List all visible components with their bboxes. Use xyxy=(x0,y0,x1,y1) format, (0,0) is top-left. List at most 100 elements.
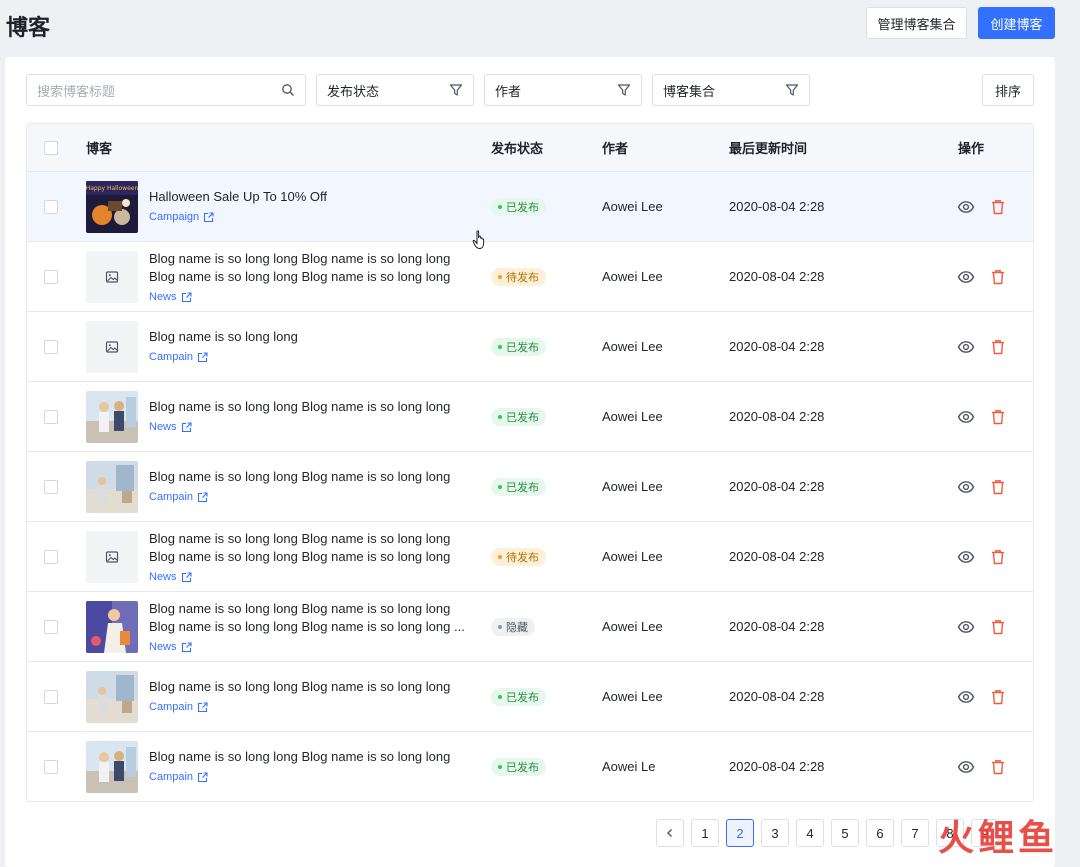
table-row[interactable]: Blog name is so long long Blog name is s… xyxy=(27,451,1033,521)
blog-title[interactable]: Blog name is so long long Blog name is s… xyxy=(149,748,479,766)
status-filter[interactable]: 发布状态 xyxy=(316,74,474,106)
blog-collection-link[interactable]: Campain xyxy=(149,489,479,505)
updated-cell: 2020-08-04 2:28 xyxy=(729,479,825,494)
select-all-checkbox[interactable] xyxy=(44,141,58,155)
row-checkbox[interactable] xyxy=(44,480,58,494)
delete-icon[interactable] xyxy=(989,758,1007,776)
view-icon[interactable] xyxy=(957,338,975,356)
view-icon[interactable] xyxy=(957,758,975,776)
collection-label: Campain xyxy=(149,701,194,713)
blog-collection-link[interactable]: News xyxy=(149,639,479,655)
table-row[interactable]: Happy Halloween Halloween Sale Up To 10% … xyxy=(27,171,1033,241)
view-icon[interactable] xyxy=(957,268,975,286)
blog-title[interactable]: Blog name is so long long Blog name is s… xyxy=(149,250,479,268)
blog-collection-link[interactable]: News xyxy=(149,289,479,305)
prev-page-button[interactable] xyxy=(656,819,684,847)
delete-icon[interactable] xyxy=(989,408,1007,426)
delete-icon[interactable] xyxy=(989,688,1007,706)
delete-icon[interactable] xyxy=(989,478,1007,496)
author-cell: Aowei Lee xyxy=(602,619,663,634)
row-checkbox[interactable] xyxy=(44,620,58,634)
blog-thumbnail xyxy=(86,461,138,513)
row-checkbox[interactable] xyxy=(44,200,58,214)
author-cell: Aowei Le xyxy=(602,759,656,774)
external-link-icon xyxy=(181,641,192,653)
search-input[interactable]: 搜索博客标题 xyxy=(26,74,306,106)
row-checkbox[interactable] xyxy=(44,550,58,564)
filter-icon xyxy=(449,84,463,96)
blog-title[interactable]: Blog name is so long long Blog name is s… xyxy=(149,398,479,416)
table-row[interactable]: Blog name is so long long Blog name is s… xyxy=(27,661,1033,731)
blog-title[interactable]: Blog name is so long long Blog name is s… xyxy=(149,678,479,696)
blog-collection-link[interactable]: Campain xyxy=(149,699,479,715)
people-photo-icon xyxy=(86,741,138,793)
table-row[interactable]: Blog name is so long long Blog name is s… xyxy=(27,591,1033,661)
status-text: 已发布 xyxy=(506,202,539,214)
view-icon[interactable] xyxy=(957,198,975,216)
view-icon[interactable] xyxy=(957,478,975,496)
collection-label: Campain xyxy=(149,491,194,503)
blog-title[interactable]: Blog name is so long long Blog name is s… xyxy=(149,530,479,548)
table-row[interactable]: Blog name is so long long Blog name is s… xyxy=(27,731,1033,801)
delete-icon[interactable] xyxy=(989,198,1007,216)
view-icon[interactable] xyxy=(957,548,975,566)
view-icon[interactable] xyxy=(957,618,975,636)
status-dot xyxy=(498,765,502,769)
blog-title[interactable]: Halloween Sale Up To 10% Off xyxy=(149,188,479,206)
row-checkbox[interactable] xyxy=(44,270,58,284)
row-checkbox[interactable] xyxy=(44,410,58,424)
sort-button[interactable]: 排序 xyxy=(982,74,1034,106)
page-button-5[interactable]: 5 xyxy=(831,819,859,847)
collection-filter[interactable]: 博客集合 xyxy=(652,74,810,106)
delete-icon[interactable] xyxy=(989,268,1007,286)
illustration-photo-icon xyxy=(86,601,138,653)
column-status: 发布状态 xyxy=(491,141,544,156)
view-icon[interactable] xyxy=(957,408,975,426)
page-button-4[interactable]: 4 xyxy=(796,819,824,847)
delete-icon[interactable] xyxy=(989,548,1007,566)
external-link-icon xyxy=(181,291,192,303)
table-row[interactable]: Blog name is so long long Blog name is s… xyxy=(27,381,1033,451)
status-badge: 已发布 xyxy=(491,688,546,706)
table-row[interactable]: Blog name is so long long Campain 已发布 Aowei… xyxy=(27,311,1033,381)
author-filter[interactable]: 作者 xyxy=(484,74,642,106)
page-button-7[interactable]: 7 xyxy=(901,819,929,847)
blog-collection-link[interactable]: Campaign xyxy=(149,209,479,225)
blog-title-line2[interactable]: Blog name is so long long Blog name is s… xyxy=(149,268,479,286)
page-button-1[interactable]: 1 xyxy=(691,819,719,847)
blog-title-line2[interactable]: Blog name is so long long Blog name is s… xyxy=(149,548,479,566)
updated-cell: 2020-08-04 2:28 xyxy=(729,409,825,424)
manage-collections-button[interactable]: 管理博客集合 xyxy=(866,7,967,39)
status-badge: 已发布 xyxy=(491,758,546,776)
blog-title-line2[interactable]: Blog name is so long long Blog name is s… xyxy=(149,618,479,636)
status-text: 已发布 xyxy=(506,482,539,494)
status-dot xyxy=(498,275,502,279)
blog-collection-link[interactable]: Campain xyxy=(149,769,479,785)
view-icon[interactable] xyxy=(957,688,975,706)
page-button-2[interactable]: 2 xyxy=(726,819,754,847)
page-button-3[interactable]: 3 xyxy=(761,819,789,847)
blog-collection-link[interactable]: News xyxy=(149,419,479,435)
create-blog-button[interactable]: 创建博客 xyxy=(978,7,1055,39)
blog-title[interactable]: Blog name is so long long xyxy=(149,328,479,346)
blog-title[interactable]: Blog name is so long long Blog name is s… xyxy=(149,600,479,618)
blog-info: Blog name is so long long Blog name is s… xyxy=(149,530,479,585)
table-row[interactable]: Blog name is so long long Blog name is s… xyxy=(27,521,1033,591)
delete-icon[interactable] xyxy=(989,618,1007,636)
blog-title[interactable]: Blog name is so long long Blog name is s… xyxy=(149,468,479,486)
delete-icon[interactable] xyxy=(989,338,1007,356)
placeholder-image-icon xyxy=(105,270,119,284)
page-title: 博客 xyxy=(6,15,51,40)
blog-collection-link[interactable]: Campain xyxy=(149,349,479,365)
hand-cursor-icon xyxy=(472,230,485,250)
page-button-6[interactable]: 6 xyxy=(866,819,894,847)
blog-thumbnail xyxy=(86,391,138,443)
author-filter-label: 作者 xyxy=(495,83,522,99)
column-updated: 最后更新时间 xyxy=(729,141,808,156)
row-checkbox[interactable] xyxy=(44,690,58,704)
row-checkbox[interactable] xyxy=(44,340,58,354)
table-row[interactable]: Blog name is so long long Blog name is s… xyxy=(27,241,1033,311)
blog-thumbnail xyxy=(86,321,138,373)
row-checkbox[interactable] xyxy=(44,760,58,774)
blog-collection-link[interactable]: News xyxy=(149,569,479,585)
